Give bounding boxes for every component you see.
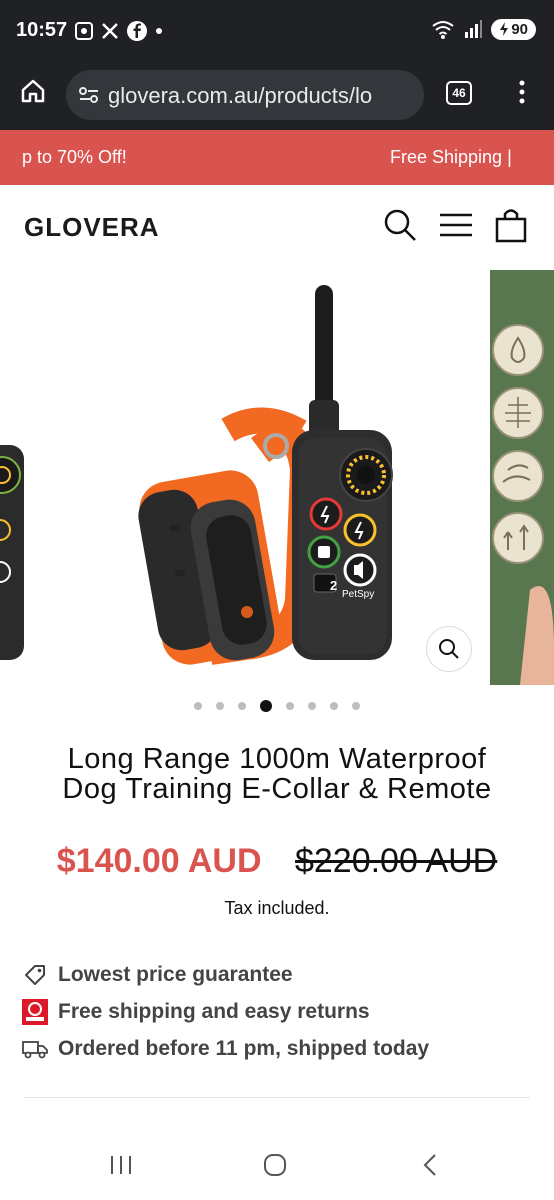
carousel-dot-active[interactable] [260,700,272,712]
status-time: 10:57 [16,19,68,41]
facebook-icon [127,21,147,41]
battery-icon: 90 [491,18,536,40]
cart-icon[interactable] [494,207,528,243]
tag-icon [22,962,48,988]
remote-button-2-label: 2 [330,578,337,593]
sale-price: $140.00 AUD [56,842,262,880]
zoom-icon [439,639,459,659]
site-settings-icon[interactable] [78,86,100,104]
url-text[interactable]: glovera.com.au/products/lo [108,83,418,109]
product-title: Long Range 1000m Waterproof Dog Training… [30,744,524,804]
product-gallery[interactable]: 2 PetSpy [0,270,554,690]
carousel-dot[interactable] [352,702,360,710]
section-divider [24,1097,530,1098]
previous-slide-remote [0,445,24,660]
notification-icons [74,20,164,42]
carousel-dot[interactable] [286,702,294,710]
regular-price: $220.00 AUD [294,842,498,880]
carousel-dot[interactable] [194,702,202,710]
tax-note: Tax included. [224,898,330,918]
price-block: $140.00 AUD $220.00 AUD [0,842,554,881]
truck-icon [22,1036,48,1062]
promo-banner[interactable]: p to 70% Off! Free Shipping | [0,130,554,185]
promo-text-left: p to 70% Off! [22,147,127,167]
feature-label: Lowest price guarantee [58,962,293,986]
site-logo[interactable]: GLOVERA [24,212,160,243]
product-title-line-2: Dog Training E-Collar & Remote [62,773,492,805]
promo-text-right: Free Shipping | [390,147,512,167]
carousel-dot[interactable] [330,702,338,710]
feature-item: Free shipping and easy returns [22,993,429,1030]
tab-switcher-button[interactable]: 46 [446,81,472,105]
system-nav-bar [0,1130,554,1200]
dot-icon [156,28,162,34]
zoom-button[interactable] [426,626,472,672]
url-bar[interactable]: glovera.com.au/products/lo [66,70,424,120]
battery-level: 90 [511,20,528,38]
x-icon [102,23,118,39]
feature-label: Free shipping and easy returns [58,999,370,1023]
feature-label: Ordered before 11 pm, shipped today [58,1036,430,1060]
carousel-dot[interactable] [238,702,246,710]
more-menu-icon[interactable] [512,78,532,106]
product-title-line-1: Long Range 1000m Waterproof [67,743,487,775]
carousel-dots [0,700,554,712]
auspost-icon [22,998,48,1025]
carousel-dot[interactable] [308,702,316,710]
collar [138,407,321,665]
gallery-image: 2 PetSpy [0,270,554,685]
feature-item: Ordered before 11 pm, shipped today [22,1030,429,1067]
device-brand-label: PetSpy [342,589,374,600]
search-icon[interactable] [382,207,418,243]
home-button-icon[interactable] [262,1152,288,1178]
carousel-dot[interactable] [216,702,224,710]
site-header: GLOVERA [0,185,554,271]
feature-list: Lowest price guarantee Free shipping and… [22,956,429,1067]
browser-toolbar: glovera.com.au/products/lo 46 [0,64,554,130]
remote-transmitter: 2 PetSpy [292,285,393,660]
wifi-icon [432,21,454,39]
back-icon[interactable] [418,1152,444,1178]
next-slide-preview [490,270,554,685]
menu-icon[interactable] [438,207,474,243]
status-bar: 10:57 90 [0,0,554,64]
recent-apps-icon[interactable] [108,1152,134,1178]
home-icon[interactable] [20,78,46,104]
signal-icon [465,20,483,38]
screenshot-icon [75,22,93,40]
status-right: 90 [431,18,536,40]
feature-item: Lowest price guarantee [22,956,429,993]
